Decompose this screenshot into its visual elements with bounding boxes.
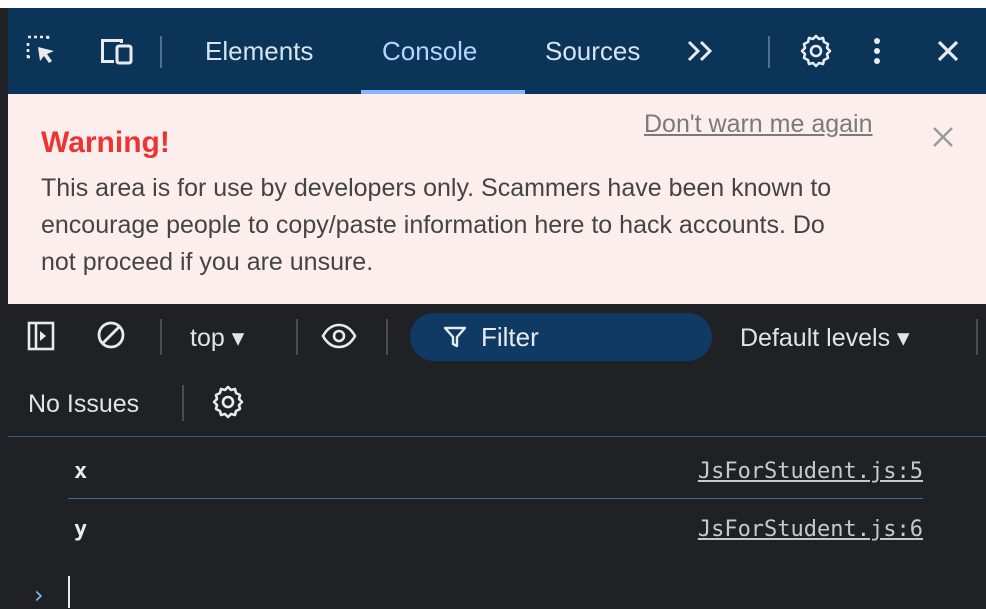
warning-body-line: not proceed if you are unsure.	[41, 248, 374, 276]
console-output: x JsForStudent.js:5 y JsForStudent.js:6 …	[8, 437, 986, 609]
settings-button[interactable]	[798, 8, 838, 94]
more-options-button[interactable]	[872, 8, 892, 94]
tab-sources[interactable]: Sources	[545, 8, 640, 94]
inspect-element-icon[interactable]	[24, 8, 64, 94]
close-icon	[933, 127, 953, 147]
warning-body: This area is for use by developers only.…	[41, 170, 986, 281]
console-message-source-link[interactable]: JsForStudent.js:6	[698, 517, 923, 542]
tab-elements[interactable]: Elements	[205, 8, 313, 94]
toolbar-divider	[296, 319, 298, 355]
gear-icon	[800, 34, 832, 68]
console-message-text: x	[74, 459, 88, 484]
console-toolbar: top ▾ Filter Default levels ▾	[8, 304, 986, 370]
more-tabs-button[interactable]	[684, 8, 724, 94]
warning-body-line: encourage people to copy/paste informati…	[41, 211, 825, 239]
console-prompt-icon: ›	[34, 581, 44, 609]
show-sidebar-button[interactable]	[26, 319, 56, 358]
eye-icon	[321, 323, 357, 349]
execution-context-selector[interactable]: top ▾	[190, 323, 244, 353]
console-settings-button[interactable]	[210, 384, 246, 425]
warning-close-button[interactable]	[928, 122, 960, 154]
double-chevron-right-icon	[687, 40, 713, 62]
clear-icon	[97, 321, 125, 349]
close-devtools-button[interactable]	[933, 8, 969, 94]
clear-console-button[interactable]	[94, 318, 128, 357]
kebab-menu-icon	[874, 38, 880, 64]
devtools-tabbar: Elements Console Sources	[8, 8, 986, 94]
console-message: y JsForStudent.js:6	[8, 503, 923, 561]
console-message: x JsForStudent.js:5	[8, 445, 923, 503]
issues-count[interactable]: No Issues	[28, 390, 139, 419]
tab-elements-label: Elements	[205, 35, 314, 66]
live-expression-button[interactable]	[320, 321, 358, 356]
toolbar-divider	[160, 36, 162, 68]
tab-console[interactable]: Console	[382, 8, 477, 94]
window-top-edge	[0, 0, 986, 8]
message-divider	[68, 498, 923, 499]
tab-sources-label: Sources	[545, 35, 641, 66]
console-message-source-link[interactable]: JsForStudent.js:5	[698, 459, 923, 484]
filter-input[interactable]: Filter	[410, 313, 712, 361]
sidebar-icon	[27, 321, 55, 351]
filter-placeholder: Filter	[481, 322, 539, 352]
dont-warn-link[interactable]: Don't warn me again	[644, 110, 873, 139]
filter-icon	[443, 326, 467, 348]
tab-console-label: Console	[382, 35, 478, 66]
toolbar-divider	[182, 385, 184, 421]
issues-bar: No Issues	[8, 370, 986, 437]
toolbar-divider	[160, 319, 162, 355]
toolbar-divider	[386, 319, 388, 355]
toolbar-divider	[768, 36, 770, 68]
log-levels-dropdown[interactable]: Default levels ▾	[740, 323, 910, 353]
device-toolbar-icon[interactable]	[97, 8, 139, 94]
gear-icon	[212, 385, 244, 419]
close-icon	[937, 40, 959, 62]
self-xss-warning: Warning! Don't warn me again This area i…	[8, 94, 986, 304]
console-input-caret[interactable]	[68, 576, 70, 608]
toolbar-divider	[976, 319, 978, 355]
console-message-text: y	[74, 517, 88, 542]
warning-body-line: This area is for use by developers only.…	[41, 174, 832, 202]
warning-title: Warning!	[41, 126, 170, 159]
